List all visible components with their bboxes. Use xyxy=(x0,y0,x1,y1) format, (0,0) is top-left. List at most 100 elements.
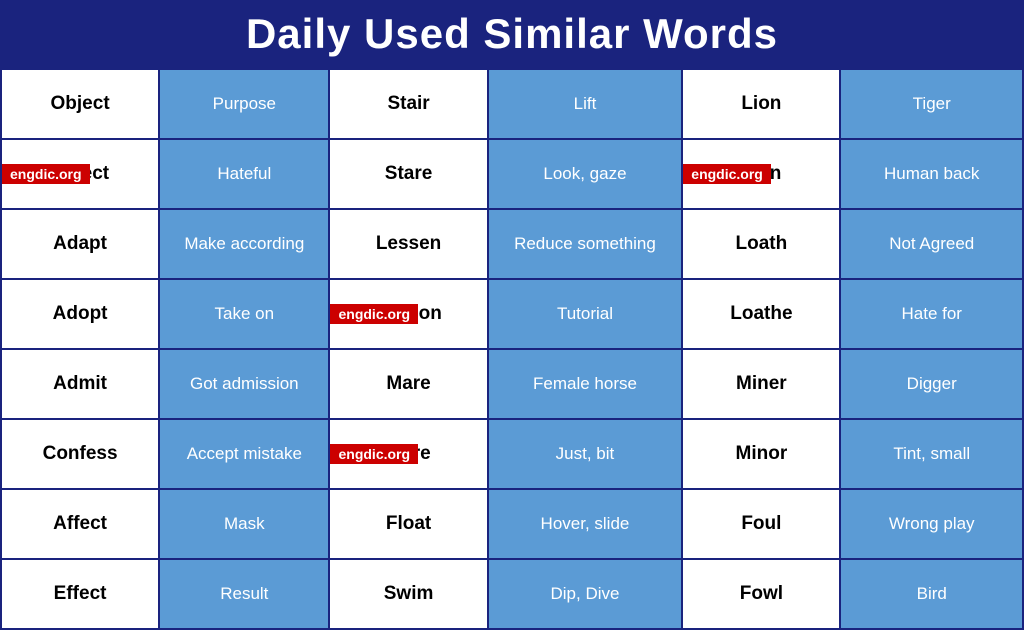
word-cell: Mare xyxy=(329,349,487,419)
def-cell: Mask xyxy=(159,489,329,559)
word-cell: Lion xyxy=(682,69,840,139)
def-cell: Human back xyxy=(840,139,1023,209)
cell-text: Fowl xyxy=(740,583,783,604)
word-cell: Admit xyxy=(1,349,159,419)
cell-text: Wrong play xyxy=(889,514,975,533)
def-cell: Look, gaze xyxy=(488,139,683,209)
cell-text: Confess xyxy=(43,443,118,464)
cell-text: Hateful xyxy=(217,164,271,183)
word-cell: Object xyxy=(1,69,159,139)
cell-text: Loath xyxy=(736,233,788,254)
word-cell: Mereengdic.org xyxy=(329,419,487,489)
word-cell: Float xyxy=(329,489,487,559)
table-row: Adopt Take on Lessonengdic.org Tutorial Loat… xyxy=(1,279,1023,349)
watermark-1: engdic.org xyxy=(2,164,90,184)
def-cell: Female horse xyxy=(488,349,683,419)
cell-text: Lion xyxy=(741,93,781,114)
cell-text: Female horse xyxy=(533,374,637,393)
word-cell: Foul xyxy=(682,489,840,559)
cell-text: Loathe xyxy=(730,303,792,324)
word-cell: Loathe xyxy=(682,279,840,349)
cell-text: Lessen xyxy=(376,233,441,254)
def-cell: Bird xyxy=(840,559,1023,629)
cell-text: Tutorial xyxy=(557,304,613,323)
cell-text: Hover, slide xyxy=(541,514,630,533)
cell-text: Digger xyxy=(907,374,957,393)
cell-text: Object xyxy=(51,93,110,114)
cell-text: Foul xyxy=(741,513,781,534)
word-cell: Fowl xyxy=(682,559,840,629)
watermark-4: engdic.org xyxy=(330,444,418,464)
watermark-3: engdic.org xyxy=(330,304,418,324)
def-cell: Reduce something xyxy=(488,209,683,279)
word-cell: Affect xyxy=(1,489,159,559)
def-cell: Purpose xyxy=(159,69,329,139)
word-cell: Lessen xyxy=(329,209,487,279)
word-cell: Adapt xyxy=(1,209,159,279)
cell-text: Human back xyxy=(884,164,979,183)
cell-text: Take on xyxy=(215,304,275,323)
word-cell: Stare xyxy=(329,139,487,209)
cell-text: Got admission xyxy=(190,374,299,393)
word-cell: Stair xyxy=(329,69,487,139)
table-row: Abjectengdic.org Hateful Stare Look, gaze Lo… xyxy=(1,139,1023,209)
word-cell: Confess xyxy=(1,419,159,489)
def-cell: Make according xyxy=(159,209,329,279)
word-cell: Effect xyxy=(1,559,159,629)
cell-text: Tint, small xyxy=(893,444,970,463)
table-row: Admit Got admission Mare Female horse Miner D… xyxy=(1,349,1023,419)
cell-text: Accept mistake xyxy=(187,444,302,463)
def-cell: Accept mistake xyxy=(159,419,329,489)
table-row: Effect Result Swim Dip, Dive Fowl Bird xyxy=(1,559,1023,629)
words-table: Object Purpose Stair Lift Lion Tiger Abjecteng… xyxy=(0,68,1024,630)
cell-text: Minor xyxy=(736,443,788,464)
cell-text: Affect xyxy=(53,513,107,534)
word-cell: Swim xyxy=(329,559,487,629)
cell-text: Purpose xyxy=(213,94,276,113)
cell-text: Admit xyxy=(53,373,107,394)
cell-text: Adopt xyxy=(53,303,108,324)
cell-text: Dip, Dive xyxy=(550,584,619,603)
def-cell: Result xyxy=(159,559,329,629)
table-row: Adapt Make according Lessen Reduce somethin… xyxy=(1,209,1023,279)
cell-text: Look, gaze xyxy=(543,164,626,183)
cell-text: Make according xyxy=(184,234,304,253)
cell-text: Swim xyxy=(384,583,434,604)
table-row: Affect Mask Float Hover, slide Foul Wrong pla… xyxy=(1,489,1023,559)
def-cell: Tiger xyxy=(840,69,1023,139)
table-row: Object Purpose Stair Lift Lion Tiger xyxy=(1,69,1023,139)
cell-text: Mare xyxy=(386,373,430,394)
cell-text: Float xyxy=(386,513,431,534)
word-cell: Abjectengdic.org xyxy=(1,139,159,209)
def-cell: Hateful xyxy=(159,139,329,209)
page-wrapper: Daily Used Similar Words Object Purpose St… xyxy=(0,0,1024,630)
def-cell: Tutorial xyxy=(488,279,683,349)
def-cell: Hate for xyxy=(840,279,1023,349)
cell-text: Result xyxy=(220,584,268,603)
def-cell: Just, bit xyxy=(488,419,683,489)
word-cell: Loath xyxy=(682,209,840,279)
def-cell: Lift xyxy=(488,69,683,139)
cell-text: Tiger xyxy=(913,94,951,113)
word-cell: Lessonengdic.org xyxy=(329,279,487,349)
cell-text: Just, bit xyxy=(556,444,615,463)
word-cell: Minor xyxy=(682,419,840,489)
def-cell: Tint, small xyxy=(840,419,1023,489)
def-cell: Not Agreed xyxy=(840,209,1023,279)
cell-text: Miner xyxy=(736,373,787,394)
cell-text: Bird xyxy=(917,584,947,603)
cell-text: Effect xyxy=(54,583,107,604)
cell-text: Reduce something xyxy=(514,234,656,253)
cell-text: Mask xyxy=(224,514,265,533)
def-cell: Got admission xyxy=(159,349,329,419)
cell-text: Lift xyxy=(574,94,597,113)
word-cell: Adopt xyxy=(1,279,159,349)
cell-text: Adapt xyxy=(53,233,107,254)
cell-text: Hate for xyxy=(901,304,961,323)
def-cell: Take on xyxy=(159,279,329,349)
word-cell: Loinengdic.org xyxy=(682,139,840,209)
def-cell: Digger xyxy=(840,349,1023,419)
cell-text: Not Agreed xyxy=(889,234,974,253)
page-title: Daily Used Similar Words xyxy=(0,0,1024,68)
def-cell: Wrong play xyxy=(840,489,1023,559)
